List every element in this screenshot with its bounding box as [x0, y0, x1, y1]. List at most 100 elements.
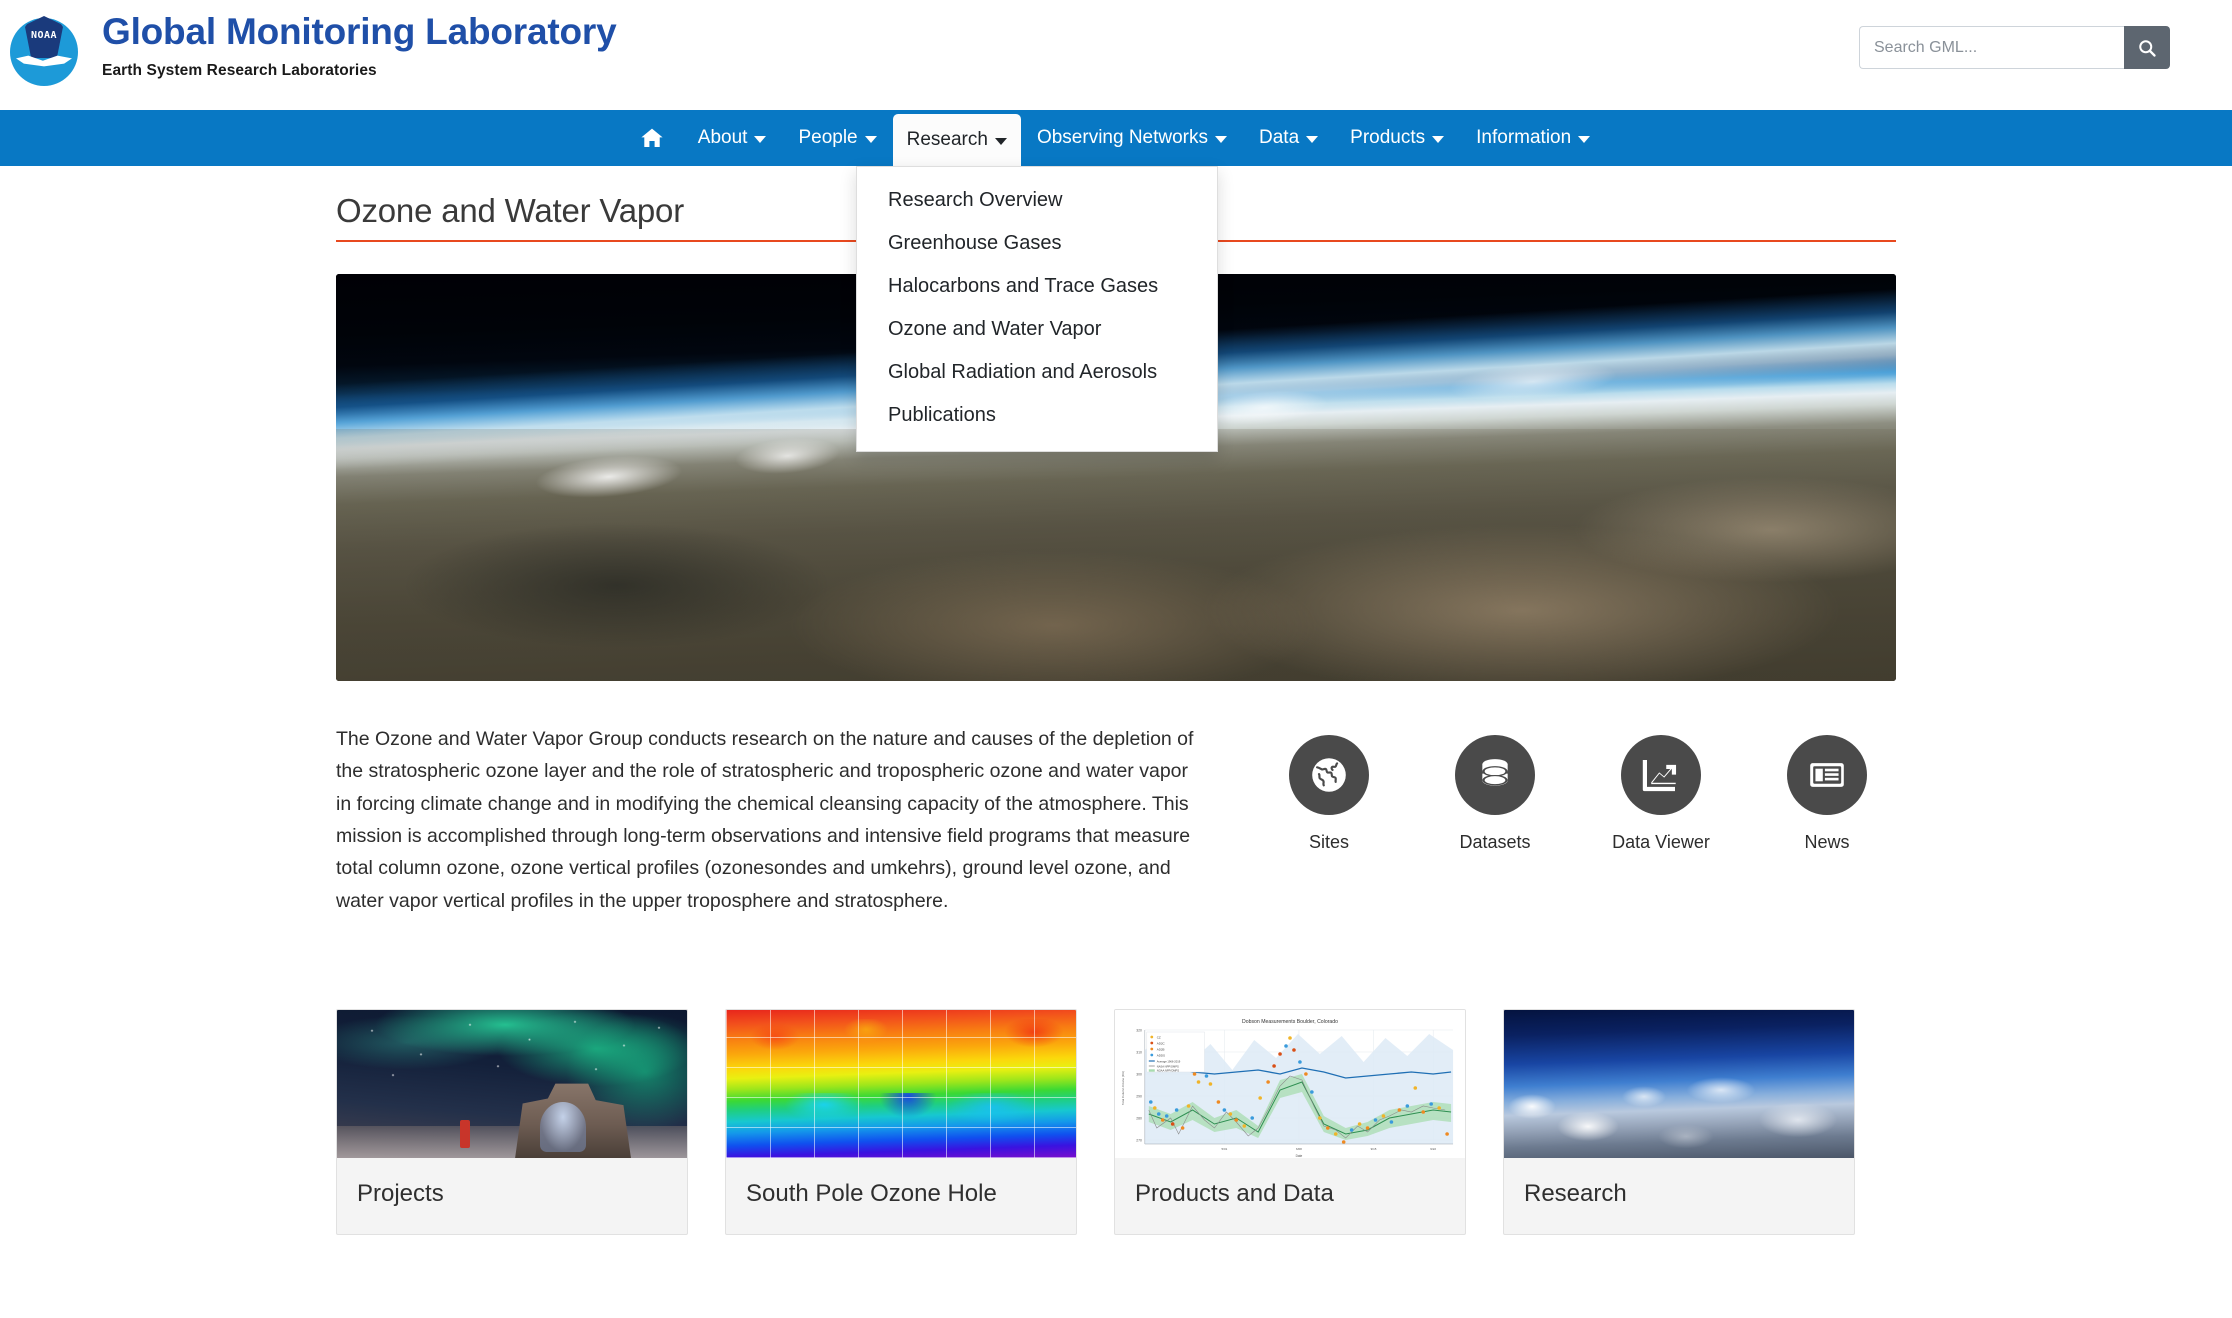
quick-link-news-circle	[1787, 735, 1867, 815]
feature-cards: Projects South Pole Ozone Hole Dobson Me…	[336, 1009, 1896, 1236]
dobson-chart-svg: Dobson Measurements Boulder, Colorado CZ…	[1115, 1010, 1465, 1159]
nav-label-about: About	[697, 127, 748, 148]
dobson-chart-image: Dobson Measurements Boulder, Colorado CZ…	[1115, 1010, 1465, 1159]
sky-clouds-layer	[1504, 1075, 1854, 1159]
svg-text:NOAA NPP/OMPS: NOAA NPP/OMPS	[1157, 1069, 1180, 1073]
nav-item-home[interactable]	[626, 110, 682, 166]
quick-link-sites[interactable]: Sites	[1270, 735, 1388, 853]
site-title[interactable]: Global Monitoring Laboratory	[102, 12, 617, 52]
svg-text:9/22: 9/22	[1430, 1147, 1436, 1151]
card-south-pole-ozone-hole[interactable]: South Pole Ozone Hole	[725, 1009, 1077, 1236]
chevron-down-icon	[754, 136, 767, 143]
intro-paragraph: The Ozone and Water Vapor Group conducts…	[336, 728, 1194, 912]
svg-text:5/01: 5/01	[1221, 1147, 1227, 1151]
chart-x-label: Date	[1296, 1154, 1303, 1158]
nav-label-research: Research	[906, 129, 988, 150]
main-navigation: About People Research Observing Networks…	[0, 110, 2232, 166]
quick-links: Sites Datasets Data Viewer News	[1198, 723, 1896, 853]
svg-text:ADDS: ADDS	[1157, 1054, 1165, 1058]
quick-link-data-viewer-circle	[1621, 735, 1701, 815]
svg-text:290: 290	[1136, 1095, 1142, 1099]
svg-text:320: 320	[1136, 1029, 1142, 1033]
heatmap-gridlines	[726, 1010, 1076, 1159]
card-projects[interactable]: Projects	[336, 1009, 688, 1236]
quick-link-datasets[interactable]: Datasets	[1436, 735, 1554, 853]
svg-text:AD2C: AD2C	[1157, 1042, 1166, 1046]
site-subtitle: Earth System Research Laboratories	[102, 61, 377, 79]
nav-label-people: People	[798, 127, 858, 148]
chart-y-label: Total Column Ozone (DU)	[1121, 1071, 1125, 1105]
nav-label-information: Information	[1476, 127, 1572, 148]
card-products-title: Products and Data	[1135, 1180, 1334, 1208]
card-products-thumbnail: Dobson Measurements Boulder, Colorado CZ…	[1115, 1010, 1465, 1159]
quick-link-data-viewer-label: Data Viewer	[1612, 832, 1710, 852]
svg-text:6/08: 6/08	[1296, 1147, 1302, 1151]
search-button[interactable]	[2124, 26, 2170, 69]
quick-link-sites-label: Sites	[1308, 832, 1350, 852]
site-titles: Global Monitoring Laboratory Earth Syste…	[102, 0, 617, 80]
chevron-down-icon	[1432, 136, 1445, 143]
nav-item-research[interactable]: Research	[892, 114, 1021, 166]
dropdown-item-halocarbons-and-trace-gases[interactable]: Halocarbons and Trace Gases	[857, 265, 1217, 308]
chart-legend: CZ AD2C AD2B ADDS Average 1966-2019 NASA…	[1146, 1031, 1205, 1073]
aurora-person	[459, 1119, 470, 1148]
svg-text:9/15: 9/15	[1371, 1147, 1377, 1151]
nav-item-people[interactable]: People	[782, 110, 892, 166]
card-ozone-hole-thumbnail	[726, 1010, 1076, 1159]
nav-item-products[interactable]: Products	[1334, 110, 1460, 166]
nav-item-observing-networks[interactable]: Observing Networks	[1021, 110, 1243, 166]
dobson-chart-title: Dobson Measurements Boulder, Colorado	[1242, 1019, 1338, 1025]
quick-link-news[interactable]: News	[1768, 735, 1886, 853]
svg-text:NASA NPP/OMPS: NASA NPP/OMPS	[1157, 1064, 1179, 1068]
card-ozone-hole-title: South Pole Ozone Hole	[746, 1180, 997, 1208]
nav-label-products: Products	[1350, 127, 1426, 148]
dropdown-item-greenhouse-gases[interactable]: Greenhouse Gases	[857, 222, 1217, 265]
dropdown-item-publications[interactable]: Publications	[857, 394, 1217, 437]
search-input[interactable]	[1859, 26, 2124, 69]
svg-text:280: 280	[1136, 1117, 1142, 1121]
nav-label-observing-networks: Observing Networks	[1036, 127, 1209, 148]
noaa-logo-wordmark: NOAA	[30, 30, 58, 41]
svg-text:270: 270	[1136, 1139, 1142, 1143]
quick-link-sites-circle	[1289, 735, 1369, 815]
chevron-down-icon	[1578, 136, 1591, 143]
research-dropdown-menu: Research Overview Greenhouse Gases Haloc…	[856, 166, 1218, 452]
chart-line-icon	[1642, 759, 1677, 792]
aurora-dome	[540, 1101, 586, 1153]
noaa-logo[interactable]: NOAA	[2, 8, 88, 94]
quick-link-data-viewer[interactable]: Data Viewer	[1602, 735, 1720, 853]
quick-link-datasets-label: Datasets	[1459, 832, 1531, 852]
intro-row: The Ozone and Water Vapor Group conducts…	[336, 723, 1896, 917]
nav-label-data: Data	[1259, 127, 1300, 148]
home-icon	[641, 128, 663, 147]
card-research[interactable]: Research	[1503, 1009, 1855, 1236]
chevron-down-icon	[864, 136, 877, 143]
quick-link-news-label: News	[1804, 832, 1850, 852]
card-research-thumbnail	[1504, 1010, 1854, 1159]
svg-text:310: 310	[1136, 1051, 1142, 1055]
newspaper-icon	[1810, 763, 1844, 787]
svg-text:300: 300	[1136, 1073, 1142, 1077]
site-header: NOAA Global Monitoring Laboratory Earth …	[0, 0, 2232, 110]
search-area	[1859, 26, 2170, 69]
search-icon	[2139, 39, 2156, 57]
nav-item-data[interactable]: Data	[1243, 110, 1334, 166]
svg-text:Average 1966-2019: Average 1966-2019	[1157, 1059, 1181, 1063]
chevron-down-icon	[1306, 136, 1319, 143]
dropdown-item-global-radiation-and-aerosols[interactable]: Global Radiation and Aerosols	[857, 351, 1217, 394]
nav-item-about[interactable]: About	[682, 110, 783, 166]
card-research-title: Research	[1524, 1180, 1627, 1208]
quick-link-datasets-circle	[1455, 735, 1535, 815]
dropdown-item-ozone-and-water-vapor[interactable]: Ozone and Water Vapor	[857, 308, 1217, 351]
card-projects-thumbnail	[337, 1010, 687, 1159]
card-projects-title: Projects	[357, 1180, 444, 1208]
dropdown-item-research-overview[interactable]: Research Overview	[857, 179, 1217, 222]
svg-text:CZ: CZ	[1157, 1036, 1161, 1040]
nav-item-information[interactable]: Information	[1460, 110, 1606, 166]
card-products-and-data[interactable]: Dobson Measurements Boulder, Colorado CZ…	[1114, 1009, 1466, 1236]
aurora-snow-layer	[337, 1125, 687, 1159]
svg-text:AD2B: AD2B	[1157, 1048, 1165, 1052]
chevron-down-icon	[994, 138, 1007, 145]
ozone-heatmap-image	[726, 1010, 1076, 1159]
nav-items: About People Research Observing Networks…	[626, 110, 1606, 166]
